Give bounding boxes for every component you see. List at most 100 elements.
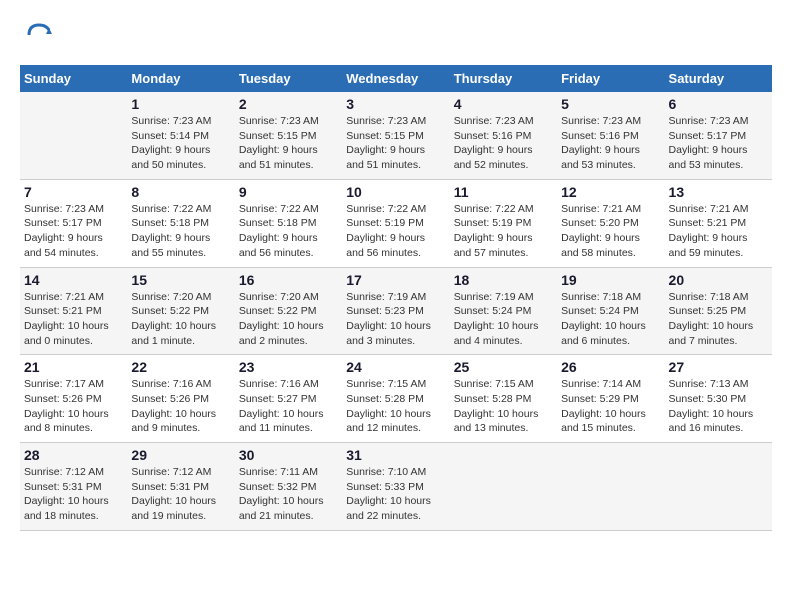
calendar-cell: 20 Sunrise: 7:18 AMSunset: 5:25 PMDayligh… — [665, 267, 772, 355]
day-info: Sunrise: 7:16 AMSunset: 5:26 PMDaylight:… — [131, 377, 230, 436]
day-info: Sunrise: 7:22 AMSunset: 5:18 PMDaylight:… — [131, 202, 230, 261]
calendar-cell: 7 Sunrise: 7:23 AMSunset: 5:17 PMDaylight… — [20, 179, 127, 267]
day-number: 23 — [239, 359, 338, 375]
day-info: Sunrise: 7:18 AMSunset: 5:25 PMDaylight:… — [669, 290, 768, 349]
day-number: 22 — [131, 359, 230, 375]
day-info: Sunrise: 7:23 AMSunset: 5:15 PMDaylight:… — [239, 114, 338, 173]
calendar-cell: 26Sunrise: 7:14 AMSunset: 5:29 PMDayligh… — [557, 355, 664, 443]
day-number: 7 — [24, 184, 123, 200]
day-info: Sunrise: 7:21 AMSunset: 5:21 PMDaylight:… — [669, 202, 768, 261]
weekday-header: Thursday — [450, 65, 557, 92]
calendar-cell: 27Sunrise: 7:13 AMSunset: 5:30 PMDayligh… — [665, 355, 772, 443]
calendar-cell: 13Sunrise: 7:21 AMSunset: 5:21 PMDayligh… — [665, 179, 772, 267]
calendar-cell: 17 Sunrise: 7:19 AMSunset: 5:23 PMDayligh… — [342, 267, 449, 355]
day-number: 14 — [24, 272, 123, 288]
weekday-header: Tuesday — [235, 65, 342, 92]
calendar-table: SundayMondayTuesdayWednesdayThursdayFrid… — [20, 65, 772, 531]
day-info: Sunrise: 7:11 AMSunset: 5:32 PMDaylight:… — [239, 465, 338, 524]
calendar-cell: 24 Sunrise: 7:15 AMSunset: 5:28 PMDayligh… — [342, 355, 449, 443]
day-info: Sunrise: 7:20 AMSunset: 5:22 PMDaylight:… — [131, 290, 230, 349]
calendar-cell: 28Sunrise: 7:12 AMSunset: 5:31 PMDayligh… — [20, 443, 127, 531]
weekday-header: Sunday — [20, 65, 127, 92]
calendar-cell: 10 Sunrise: 7:22 AMSunset: 5:19 PMDayligh… — [342, 179, 449, 267]
calendar-cell — [557, 443, 664, 531]
day-info: Sunrise: 7:15 AMSunset: 5:28 PMDaylight:… — [454, 377, 553, 436]
day-info: Sunrise: 7:23 AMSunset: 5:16 PMDaylight:… — [454, 114, 553, 173]
calendar-cell: 18 Sunrise: 7:19 AMSunset: 5:24 PMDayligh… — [450, 267, 557, 355]
day-number: 15 — [131, 272, 230, 288]
day-info: Sunrise: 7:12 AMSunset: 5:31 PMDaylight:… — [131, 465, 230, 524]
calendar-cell: 5 Sunrise: 7:23 AMSunset: 5:16 PMDaylight… — [557, 92, 664, 179]
day-number: 3 — [346, 96, 445, 112]
calendar-cell: 6 Sunrise: 7:23 AMSunset: 5:17 PMDaylight… — [665, 92, 772, 179]
day-info: Sunrise: 7:22 AMSunset: 5:19 PMDaylight:… — [346, 202, 445, 261]
weekday-header: Saturday — [665, 65, 772, 92]
calendar-week-row: 21 Sunrise: 7:17 AMSunset: 5:26 PMDayligh… — [20, 355, 772, 443]
day-info: Sunrise: 7:23 AMSunset: 5:17 PMDaylight:… — [669, 114, 768, 173]
calendar-cell: 16Sunrise: 7:20 AMSunset: 5:22 PMDayligh… — [235, 267, 342, 355]
day-number: 1 — [131, 96, 230, 112]
calendar-week-row: 7 Sunrise: 7:23 AMSunset: 5:17 PMDaylight… — [20, 179, 772, 267]
day-info: Sunrise: 7:23 AMSunset: 5:14 PMDaylight:… — [131, 114, 230, 173]
day-number: 27 — [669, 359, 768, 375]
day-number: 21 — [24, 359, 123, 375]
calendar-cell: 4 Sunrise: 7:23 AMSunset: 5:16 PMDaylight… — [450, 92, 557, 179]
day-info: Sunrise: 7:19 AMSunset: 5:24 PMDaylight:… — [454, 290, 553, 349]
day-info: Sunrise: 7:22 AMSunset: 5:18 PMDaylight:… — [239, 202, 338, 261]
day-number: 31 — [346, 447, 445, 463]
calendar-cell: 22 Sunrise: 7:16 AMSunset: 5:26 PMDayligh… — [127, 355, 234, 443]
day-info: Sunrise: 7:23 AMSunset: 5:17 PMDaylight:… — [24, 202, 123, 261]
day-info: Sunrise: 7:23 AMSunset: 5:16 PMDaylight:… — [561, 114, 660, 173]
day-number: 17 — [346, 272, 445, 288]
weekday-header: Monday — [127, 65, 234, 92]
day-info: Sunrise: 7:19 AMSunset: 5:23 PMDaylight:… — [346, 290, 445, 349]
day-number: 5 — [561, 96, 660, 112]
calendar-cell — [450, 443, 557, 531]
calendar-cell: 25 Sunrise: 7:15 AMSunset: 5:28 PMDayligh… — [450, 355, 557, 443]
day-info: Sunrise: 7:22 AMSunset: 5:19 PMDaylight:… — [454, 202, 553, 261]
calendar-header: SundayMondayTuesdayWednesdayThursdayFrid… — [20, 65, 772, 92]
day-info: Sunrise: 7:15 AMSunset: 5:28 PMDaylight:… — [346, 377, 445, 436]
day-info: Sunrise: 7:16 AMSunset: 5:27 PMDaylight:… — [239, 377, 338, 436]
day-number: 12 — [561, 184, 660, 200]
day-info: Sunrise: 7:21 AMSunset: 5:20 PMDaylight:… — [561, 202, 660, 261]
day-number: 11 — [454, 184, 553, 200]
day-info: Sunrise: 7:17 AMSunset: 5:26 PMDaylight:… — [24, 377, 123, 436]
day-number: 8 — [131, 184, 230, 200]
day-number: 28 — [24, 447, 123, 463]
calendar-cell: 2 Sunrise: 7:23 AMSunset: 5:15 PMDaylight… — [235, 92, 342, 179]
calendar-week-row: 14 Sunrise: 7:21 AMSunset: 5:21 PMDayligh… — [20, 267, 772, 355]
logo-icon — [24, 20, 54, 50]
day-number: 6 — [669, 96, 768, 112]
calendar-cell: 21 Sunrise: 7:17 AMSunset: 5:26 PMDayligh… — [20, 355, 127, 443]
day-info: Sunrise: 7:10 AMSunset: 5:33 PMDaylight:… — [346, 465, 445, 524]
calendar-cell: 15 Sunrise: 7:20 AMSunset: 5:22 PMDayligh… — [127, 267, 234, 355]
calendar-cell: 1 Sunrise: 7:23 AMSunset: 5:14 PMDaylight… — [127, 92, 234, 179]
day-info: Sunrise: 7:18 AMSunset: 5:24 PMDaylight:… — [561, 290, 660, 349]
calendar-cell — [665, 443, 772, 531]
calendar-cell: 11 Sunrise: 7:22 AMSunset: 5:19 PMDayligh… — [450, 179, 557, 267]
calendar-cell: 14 Sunrise: 7:21 AMSunset: 5:21 PMDayligh… — [20, 267, 127, 355]
day-number: 9 — [239, 184, 338, 200]
calendar-cell: 3Sunrise: 7:23 AMSunset: 5:15 PMDaylight… — [342, 92, 449, 179]
day-number: 18 — [454, 272, 553, 288]
day-number: 16 — [239, 272, 338, 288]
day-number: 20 — [669, 272, 768, 288]
logo — [20, 20, 54, 55]
day-number: 24 — [346, 359, 445, 375]
day-number: 25 — [454, 359, 553, 375]
calendar-cell: 19 Sunrise: 7:18 AMSunset: 5:24 PMDayligh… — [557, 267, 664, 355]
day-number: 30 — [239, 447, 338, 463]
calendar-cell: 31 Sunrise: 7:10 AMSunset: 5:33 PMDayligh… — [342, 443, 449, 531]
day-number: 29 — [131, 447, 230, 463]
calendar-cell: 12 Sunrise: 7:21 AMSunset: 5:20 PMDayligh… — [557, 179, 664, 267]
calendar-cell — [20, 92, 127, 179]
day-number: 2 — [239, 96, 338, 112]
weekday-header: Wednesday — [342, 65, 449, 92]
day-number: 4 — [454, 96, 553, 112]
day-info: Sunrise: 7:21 AMSunset: 5:21 PMDaylight:… — [24, 290, 123, 349]
day-number: 19 — [561, 272, 660, 288]
calendar-week-row: 28 Sunrise: 7:12 AMSunset: 5:31 PMDayligh… — [20, 443, 772, 531]
day-number: 10 — [346, 184, 445, 200]
calendar-cell: 8 Sunrise: 7:22 AMSunset: 5:18 PMDaylight… — [127, 179, 234, 267]
